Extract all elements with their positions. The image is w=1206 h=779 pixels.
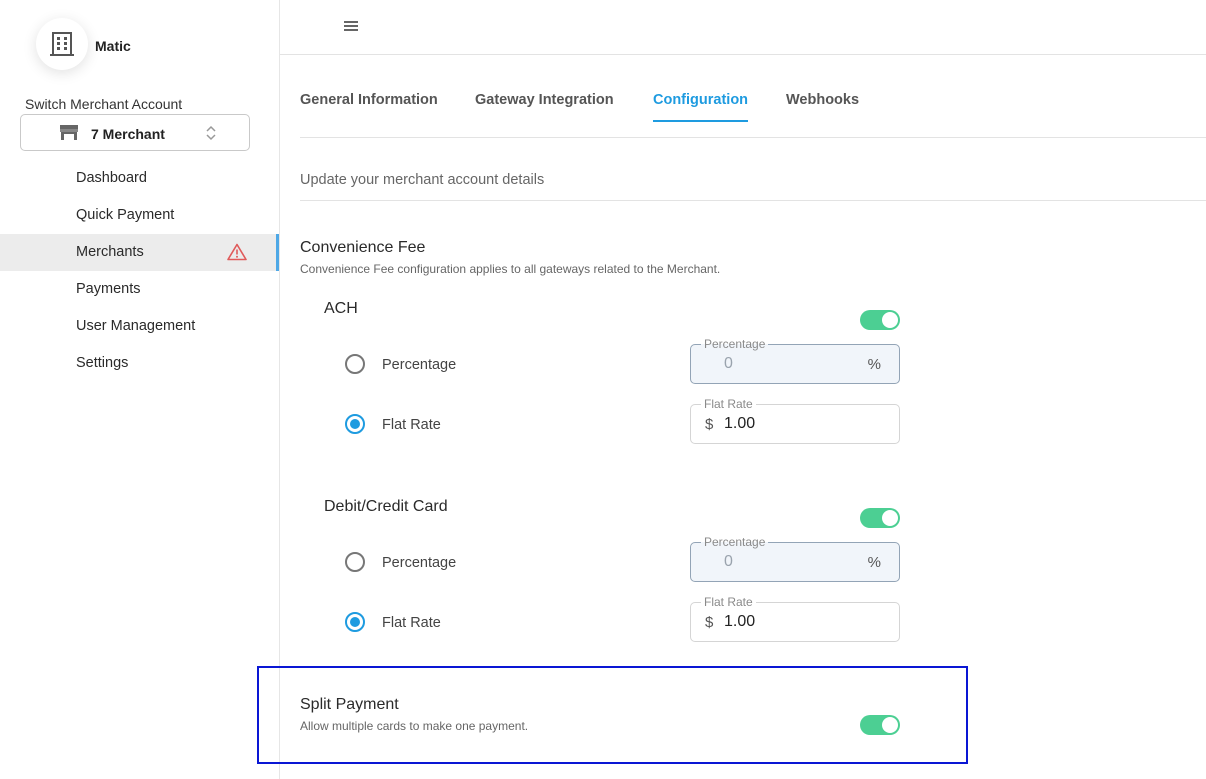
card-title: Debit/Credit Card xyxy=(324,498,448,515)
tab-configuration[interactable]: Configuration xyxy=(653,92,749,122)
menu-icon[interactable] xyxy=(343,19,359,33)
sidebar-item-quick-payment[interactable]: Quick Payment xyxy=(0,197,279,234)
field-label: Flat Rate xyxy=(701,397,756,411)
convenience-fee-title: Convenience Fee xyxy=(300,239,426,256)
ach-toggle[interactable] xyxy=(860,310,900,330)
sidebar-item-merchants[interactable]: Merchants xyxy=(0,234,279,271)
switch-merchant-label: Switch Merchant Account xyxy=(25,96,183,112)
sidebar-item-label: User Management xyxy=(76,318,196,334)
sidebar-item-label: Settings xyxy=(76,355,129,371)
warning-icon xyxy=(227,243,247,261)
ach-flat-rate-radio[interactable] xyxy=(345,414,365,434)
ach-percentage-radio[interactable] xyxy=(345,354,365,374)
field-value: 1.00 xyxy=(724,415,756,432)
sidebar-item-dashboard[interactable]: Dashboard xyxy=(0,160,279,197)
field-value: 0 xyxy=(724,553,733,570)
ach-flat-rate-field[interactable]: Flat Rate $ 1.00 xyxy=(690,397,900,444)
building-icon xyxy=(50,32,74,56)
field-label: Flat Rate xyxy=(701,595,756,609)
field-value: 1.00 xyxy=(724,613,756,630)
tab-general-information[interactable]: General Information xyxy=(300,92,438,120)
tab-bar: General Information Gateway Integration … xyxy=(300,78,1206,138)
ach-percentage-label: Percentage xyxy=(382,357,457,373)
sidebar-item-label: Payments xyxy=(76,281,141,297)
card-flat-rate-label: Flat Rate xyxy=(382,615,441,631)
brand-name: Matic xyxy=(95,38,131,54)
split-payment-title: Split Payment xyxy=(300,696,399,713)
sidebar-item-label: Quick Payment xyxy=(76,207,175,223)
sidebar: Matic Switch Merchant Account 7 Merchant… xyxy=(0,0,280,779)
sidebar-item-settings[interactable]: Settings xyxy=(0,345,279,382)
card-toggle[interactable] xyxy=(860,508,900,528)
tab-gateway-integration[interactable]: Gateway Integration xyxy=(475,92,614,120)
chevron-updown-icon xyxy=(206,125,216,141)
currency-prefix: $ xyxy=(705,416,714,433)
toggle-knob xyxy=(882,312,898,328)
divider xyxy=(300,200,1206,201)
sidebar-item-label: Dashboard xyxy=(76,170,147,186)
ach-title: ACH xyxy=(324,300,358,317)
top-bar xyxy=(280,0,1206,55)
split-payment-toggle[interactable] xyxy=(860,715,900,735)
split-payment-description: Allow multiple cards to make one payment… xyxy=(300,719,529,733)
card-percentage-radio[interactable] xyxy=(345,552,365,572)
field-value: 0 xyxy=(724,355,733,372)
sidebar-item-payments[interactable]: Payments xyxy=(0,271,279,308)
card-percentage-label: Percentage xyxy=(382,555,457,571)
card-percentage-field: Percentage 0 % xyxy=(690,535,900,582)
merchant-select[interactable]: 7 Merchant xyxy=(20,114,250,151)
split-payment-highlight xyxy=(257,666,968,764)
field-label: Percentage xyxy=(701,535,769,549)
percent-suffix: % xyxy=(867,554,881,571)
merchant-select-value: 7 Merchant xyxy=(91,126,165,142)
convenience-fee-description: Convenience Fee configuration applies to… xyxy=(300,262,721,276)
sidebar-item-label: Merchants xyxy=(76,244,144,260)
ach-flat-rate-label: Flat Rate xyxy=(382,417,441,433)
card-flat-rate-radio[interactable] xyxy=(345,612,365,632)
field-label: Percentage xyxy=(701,337,769,351)
ach-percentage-field: Percentage 0 % xyxy=(690,337,900,384)
store-icon xyxy=(60,125,78,140)
sidebar-nav: Dashboard Quick Payment Merchants Paymen… xyxy=(0,160,279,382)
toggle-knob xyxy=(882,510,898,526)
toggle-knob xyxy=(882,717,898,733)
brand-logo[interactable] xyxy=(36,18,88,70)
sidebar-item-user-management[interactable]: User Management xyxy=(0,308,279,345)
tab-webhooks[interactable]: Webhooks xyxy=(786,92,859,120)
card-flat-rate-field[interactable]: Flat Rate $ 1.00 xyxy=(690,595,900,642)
percent-suffix: % xyxy=(867,356,881,373)
page-subtitle: Update your merchant account details xyxy=(300,172,545,188)
currency-prefix: $ xyxy=(705,614,714,631)
